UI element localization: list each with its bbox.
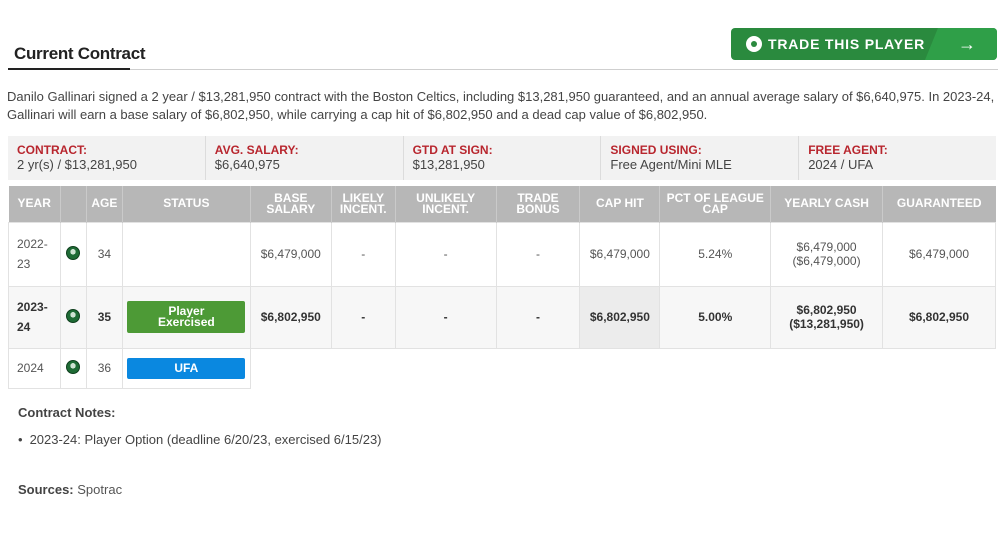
title-divider [8,69,998,70]
team-cell [59,221,87,287]
status-cell: UFA [121,347,251,389]
base-salary-cell: $6,479,000 [249,221,332,287]
info-value: Free Agent/Mini MLE [610,157,732,172]
guaranteed-cell: $6,802,950 [882,285,996,349]
contract-info-bar: CONTRACT: 2 yr(s) / $13,281,950 AVG. SAL… [8,136,996,180]
col-yearly-cash[interactable]: YEARLY CASH [770,186,883,222]
col-status[interactable]: STATUS [122,186,251,222]
section-title: Current Contract [14,44,146,63]
yearly-cash-cell: $6,479,000 ($6,479,000) [770,221,883,287]
info-avg-salary: AVG. SALARY: $6,640,975 [206,136,404,180]
year-end: 23 [17,257,31,271]
year-cell: 2024 [8,347,61,389]
pct-cap-cell: 5.24% [659,221,772,287]
col-trade-bonus[interactable]: TRADE BONUS [496,186,581,222]
title-underline [8,68,130,70]
cap-hit-cell: $6,802,950 [579,285,661,349]
col-year[interactable]: YEAR [8,186,61,222]
sources-label: Sources: [18,482,74,497]
team-logo-icon [66,245,81,260]
team-logo-icon [66,359,81,374]
table-header-row: YEAR AGE STATUS BASE SALARY LIKELY INCEN… [8,186,996,222]
likely-incent-cell: - [330,285,396,349]
contract-notes-list: 2023-24: Player Option (deadline 6/20/23… [18,432,382,447]
contract-table: YEAR AGE STATUS BASE SALARY LIKELY INCEN… [8,186,996,389]
arrow-right-icon: → [925,28,997,60]
team-logo-icon [66,308,81,323]
unlikely-incent-cell: - [394,221,497,287]
col-pct-league-cap[interactable]: PCT OF LEAGUE CAP [659,186,772,222]
team-cell [59,347,87,389]
year-end: 24 [17,320,31,334]
col-unlikely-incent[interactable]: UNLIKELY INCENT. [395,186,497,222]
trade-bonus-cell: - [495,221,581,287]
yearly-cash-value: $6,479,000 [796,240,857,254]
cap-hit-cell: $6,479,000 [579,221,661,287]
col-likely-incent[interactable]: LIKELY INCENT. [331,186,396,222]
empty-cell [250,348,995,388]
col-guaranteed[interactable]: GUARANTEED [882,186,996,222]
info-label: AVG. SALARY: [214,143,299,157]
yearly-cash-cell: $6,802,950 ($13,281,950) [770,285,883,349]
sources-line: Sources: Spotrac [18,482,122,497]
status-badge: Player Exercised [127,301,246,333]
circle-badge-icon [746,36,762,52]
info-value: $6,640,975 [214,157,280,172]
info-free-agent: FREE AGENT: 2024 / UFA [799,136,996,180]
team-cell [59,285,87,349]
info-label: GTD AT SIGN: [412,143,493,157]
status-badge: UFA [127,357,246,379]
year-cell: 2023- 24 [8,285,61,349]
col-base-salary[interactable]: BASE SALARY [250,186,332,222]
list-item: 2023-24: Player Option (deadline 6/20/23… [18,432,382,447]
year-start: 2023- [17,300,48,314]
info-gtd-at-sign: GTD AT SIGN: $13,281,950 [404,136,602,180]
sources-value: Spotrac [77,482,123,497]
info-contract: CONTRACT: 2 yr(s) / $13,281,950 [8,136,206,180]
table-row: 2023- 24 35 Player Exercised $6,802,950 … [8,285,996,349]
yearly-cash-cumulative: ($13,281,950) [789,317,864,331]
table-row: 2024 36 UFA [8,347,996,389]
col-team [60,186,87,222]
likely-incent-cell: - [330,221,396,287]
yearly-cash-cumulative: ($6,479,000) [792,254,861,268]
base-salary-cell: $6,802,950 [249,285,332,349]
year-cell: 2022- 23 [8,221,61,287]
info-signed-using: SIGNED USING: Free Agent/Mini MLE [601,136,800,180]
info-value: $13,281,950 [412,157,485,172]
info-label: CONTRACT: [17,143,87,157]
guaranteed-cell: $6,479,000 [882,221,996,287]
trade-button-label: TRADE THIS PLAYER [768,36,925,52]
trade-bonus-cell: - [495,285,581,349]
age-cell: 34 [85,221,123,287]
info-value: 2 yr(s) / $13,281,950 [17,157,137,172]
status-badge-line2: Exercised [157,315,215,329]
contract-summary: Danilo Gallinari signed a 2 year / $13,2… [7,89,995,122]
year-start: 2022- [17,237,48,251]
pct-cap-cell: 5.00% [659,285,772,349]
info-label: FREE AGENT: [808,143,888,157]
status-cell [121,221,251,287]
info-value: 2024 / UFA [808,157,874,172]
age-cell: 35 [85,285,123,349]
col-age[interactable]: AGE [86,186,123,222]
contract-notes-title: Contract Notes: [18,405,116,420]
table-row: 2022- 23 34 $6,479,000 - - - $6,479,000 … [8,221,996,287]
col-cap-hit[interactable]: CAP HIT [579,186,661,222]
status-cell: Player Exercised [121,285,251,349]
age-cell: 36 [85,347,123,389]
info-label: SIGNED USING: [610,143,702,157]
unlikely-incent-cell: - [394,285,497,349]
trade-player-button[interactable]: TRADE THIS PLAYER → [731,28,997,60]
yearly-cash-value: $6,802,950 [796,303,857,317]
